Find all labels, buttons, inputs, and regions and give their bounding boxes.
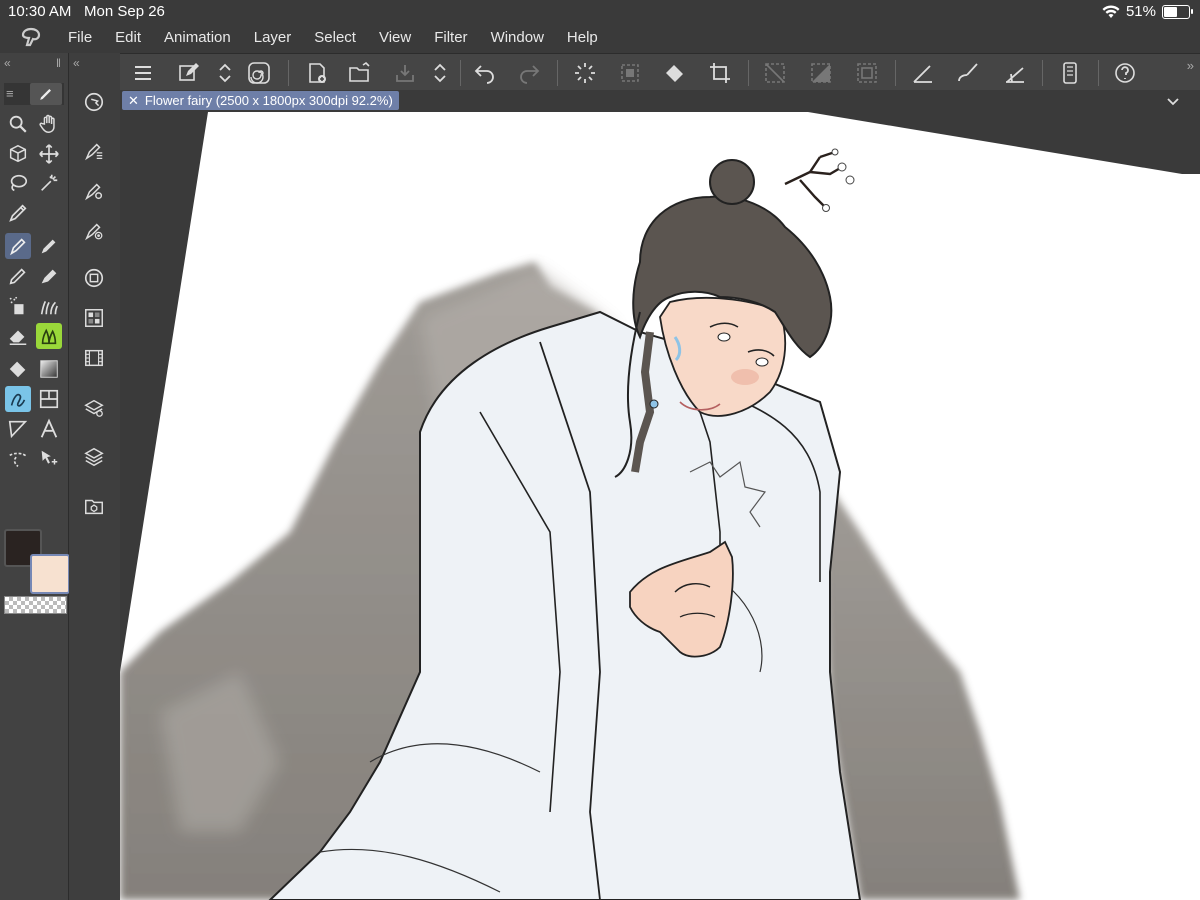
text-tool-icon[interactable] [36,416,62,442]
updown-icon[interactable] [425,58,455,88]
select-icon[interactable] [852,58,882,88]
collapse-left-icon[interactable]: « [4,56,11,70]
brush-size-icon[interactable] [81,218,107,244]
contour-shift-tool-icon[interactable] [5,386,31,412]
deselect-icon[interactable] [760,58,790,88]
brush-icon[interactable] [953,58,983,88]
marker-tool-icon[interactable] [36,263,62,289]
app-logo-icon[interactable] [18,26,44,50]
move-tool-icon[interactable] [36,141,62,167]
crop-icon[interactable] [705,58,735,88]
status-date: Mon Sep 26 [84,3,165,20]
document-tab[interactable]: ✕ Flower fairy (2500 x 1800px 300dpi 92.… [122,91,399,110]
palette-menu-icon[interactable]: ≡ [6,86,14,101]
battery-percent: 51% [1125,3,1156,20]
command-bar: » [120,53,1200,91]
menu-layer[interactable]: Layer [254,29,292,46]
spiral-icon[interactable] [244,58,274,88]
invert-icon[interactable] [806,58,836,88]
fill-tool-icon[interactable] [5,356,31,382]
grip-icon[interactable]: ‖ [56,56,61,70]
menu-animation[interactable]: Animation [164,29,231,46]
open-folder-icon[interactable] [345,58,375,88]
pencil-tool-icon[interactable] [36,233,62,259]
menu-edit[interactable]: Edit [115,29,141,46]
gradient-tool-icon[interactable] [36,356,62,382]
airbrush-tool-icon[interactable] [5,293,31,319]
collapse-right-icon[interactable]: » [1187,58,1194,73]
redo-icon[interactable] [514,58,544,88]
chevron-down-icon[interactable] [1166,94,1180,108]
document-tab-bar: ✕ Flower fairy (2500 x 1800px 300dpi 92.… [120,90,1200,112]
zoom-tool-icon[interactable] [5,111,31,137]
tool-palette: « ‖ ≡ [0,53,70,900]
menu-select[interactable]: Select [314,29,356,46]
material-icon[interactable] [81,493,107,519]
artwork-canvas[interactable] [120,112,1200,900]
layer-property-icon[interactable] [81,395,107,421]
color-wheel-icon[interactable] [81,265,107,291]
menu-file[interactable]: File [68,29,92,46]
menu-help[interactable]: Help [567,29,598,46]
menu-bar: File Edit Animation Layer Select View Filter Wi… [0,24,1200,52]
frame-border-tool-icon[interactable] [36,386,62,412]
phone-icon[interactable] [1055,58,1085,88]
battery-icon [1162,4,1193,19]
menu-view[interactable]: View [379,29,411,46]
blend-tool-icon[interactable] [36,323,62,349]
document-tab-title: Flower fairy (2500 x 1800px 300dpi 92.2%… [144,93,393,108]
status-time: 10:30 AM [8,3,72,20]
save-icon[interactable] [390,58,420,88]
timeline-icon[interactable] [81,345,107,371]
close-tab-icon[interactable]: ✕ [128,91,139,110]
new-file-icon[interactable] [302,58,332,88]
pen-tool-icon[interactable] [5,233,31,259]
sub-color-swatch[interactable] [30,554,70,594]
fill-icon[interactable] [660,58,690,88]
sub-tool-palette: « [69,53,121,900]
edit-icon[interactable] [174,58,204,88]
tool-property-icon[interactable] [81,178,107,204]
transparent-color-swatch[interactable] [4,596,67,614]
hand-tool-icon[interactable] [36,111,62,137]
eraser-tool-icon[interactable] [5,323,31,349]
brush-tool-icon[interactable] [5,263,31,289]
balloon-tool-icon[interactable] [5,446,31,472]
navigator-icon[interactable] [81,89,107,115]
sub-tool-detail-icon[interactable] [81,138,107,164]
menu-window[interactable]: Window [491,29,544,46]
status-right: 51% [1102,3,1193,20]
undo-icon[interactable] [470,58,500,88]
loading-icon[interactable] [570,58,600,88]
collapse-sub-icon[interactable]: « [73,56,80,70]
figure-tool-icon[interactable] [5,416,31,442]
clear-selection-icon[interactable] [615,58,645,88]
operation-tool-icon[interactable] [36,446,62,472]
canvas-area[interactable] [120,112,1200,900]
color-set-icon[interactable] [81,305,107,331]
lasso-tool-icon[interactable] [5,170,31,196]
menu-icon[interactable] [128,58,158,88]
palette-tab-pen[interactable] [30,83,62,105]
eyedropper-tool-icon[interactable] [5,200,31,226]
wifi-icon [1102,4,1120,18]
updown-icon[interactable] [210,58,240,88]
help-icon[interactable] [1110,58,1140,88]
status-bar: 10:30 AM Mon Sep 26 51% [0,0,1200,24]
layers-icon[interactable] [81,444,107,470]
menu-filter[interactable]: Filter [434,29,467,46]
decoration-tool-icon[interactable] [36,293,62,319]
magic-wand-tool-icon[interactable] [36,170,62,196]
ruler-icon[interactable] [908,58,938,88]
3d-object-tool-icon[interactable] [5,141,31,167]
perspective-icon[interactable] [1000,58,1030,88]
